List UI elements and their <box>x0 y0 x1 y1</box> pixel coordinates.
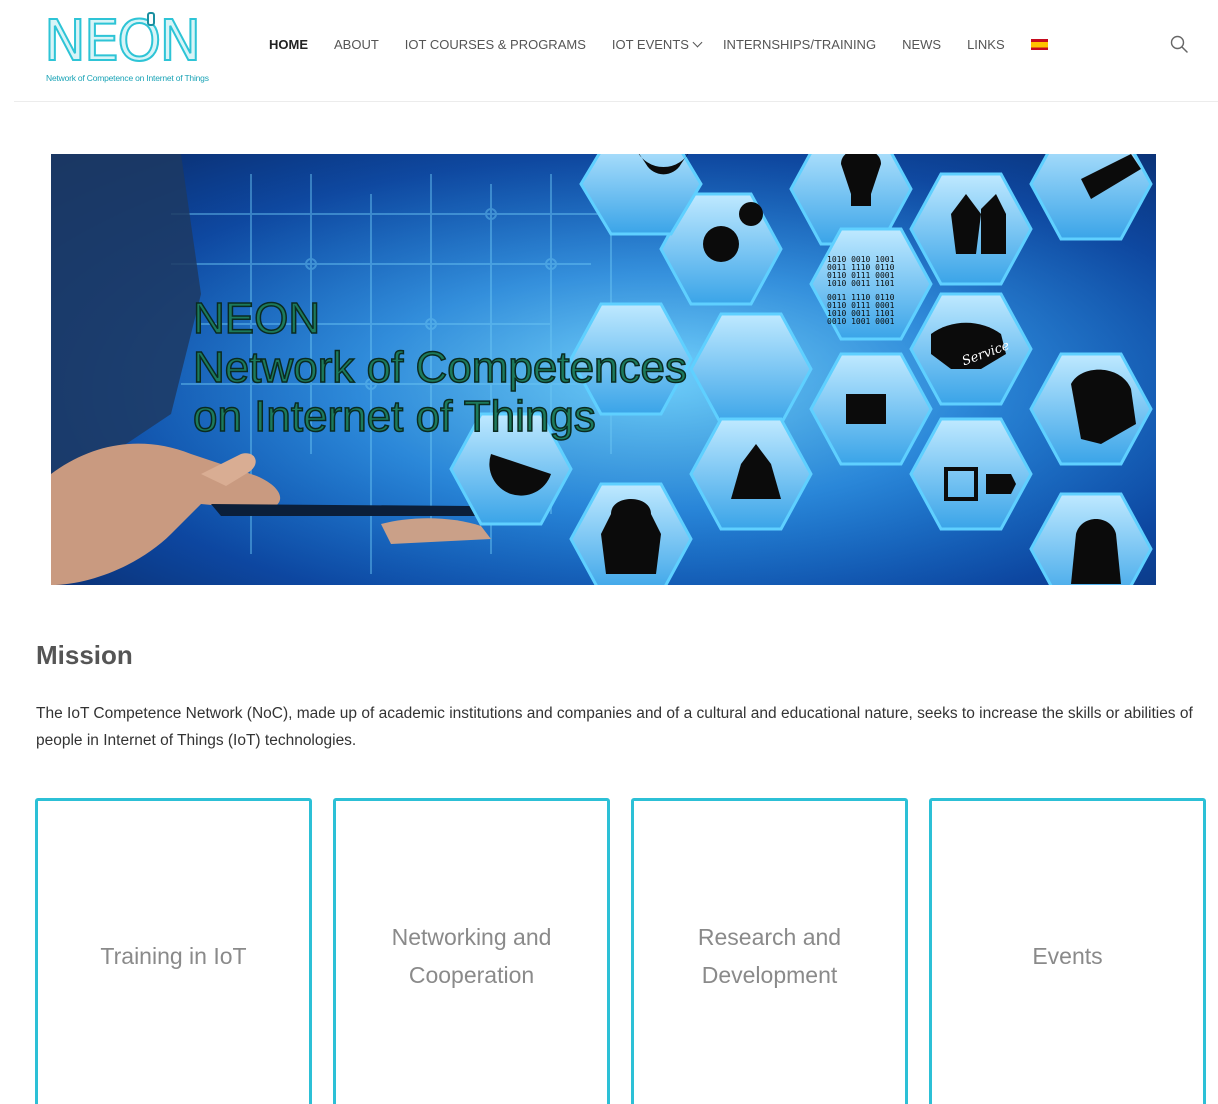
nav-item-iot-events-label: IOT EVENTS <box>611 36 689 52</box>
binary-line-4: 1010 0011 1101 <box>827 279 895 288</box>
card-training[interactable]: Training in IoT <box>35 798 312 1104</box>
header-divider <box>14 101 1218 102</box>
nav-item-internships[interactable]: INTERNSHIPS/TRAINING <box>723 37 876 52</box>
chevron-down-icon <box>692 37 703 47</box>
logo-wordmark: NEON <box>43 9 202 74</box>
card-networking[interactable]: Networking and Cooperation <box>333 798 610 1104</box>
site-header: NEON NEON Network of Competence on Inter… <box>0 0 1218 102</box>
search-icon[interactable] <box>1170 35 1188 53</box>
card-label: Research and Development <box>697 924 842 988</box>
nav-item-news[interactable]: NEWS <box>902 37 941 52</box>
power-icon <box>147 12 155 26</box>
nav-item-iot-courses[interactable]: IOT COURSES & PROGRAMS <box>405 37 586 52</box>
binary-line-8: 0010 1001 0001 <box>827 317 895 326</box>
card-label: Events <box>1032 943 1103 969</box>
mission-heading: Mission <box>36 640 133 670</box>
site-logo[interactable]: NEON NEON Network of Competence on Inter… <box>43 9 220 86</box>
nav-item-home[interactable]: HOME <box>269 37 308 52</box>
nav-item-links[interactable]: LINKS <box>967 37 1005 52</box>
hero-banner: 1010 0010 1001 0011 1110 0110 0110 0111 … <box>51 154 1156 585</box>
mission-text: The IoT Competence Network (NoC), made u… <box>36 705 1193 749</box>
spain-flag-icon[interactable] <box>1030 39 1048 50</box>
card-label: Training in IoT <box>100 943 247 969</box>
main-nav: HOME ABOUT IOT COURSES & PROGRAMS IOT EV… <box>269 34 1048 54</box>
logo-tagline: Network of Competence on Internet of Thi… <box>46 73 209 83</box>
card-events[interactable]: Events <box>929 798 1206 1104</box>
nav-item-iot-events[interactable]: IOT EVENTS <box>611 36 703 52</box>
hero-title-line3: on Internet of Things <box>192 391 596 442</box>
hero-title: NEON Network of Competences on Internet … <box>192 293 688 442</box>
card-label: Networking and Cooperation <box>391 924 552 988</box>
hero-title-line2: Network of Competences <box>192 342 688 393</box>
card-research[interactable]: Research and Development <box>631 798 908 1104</box>
hero-title-line1: NEON <box>192 293 321 344</box>
nav-item-about[interactable]: ABOUT <box>334 37 379 52</box>
